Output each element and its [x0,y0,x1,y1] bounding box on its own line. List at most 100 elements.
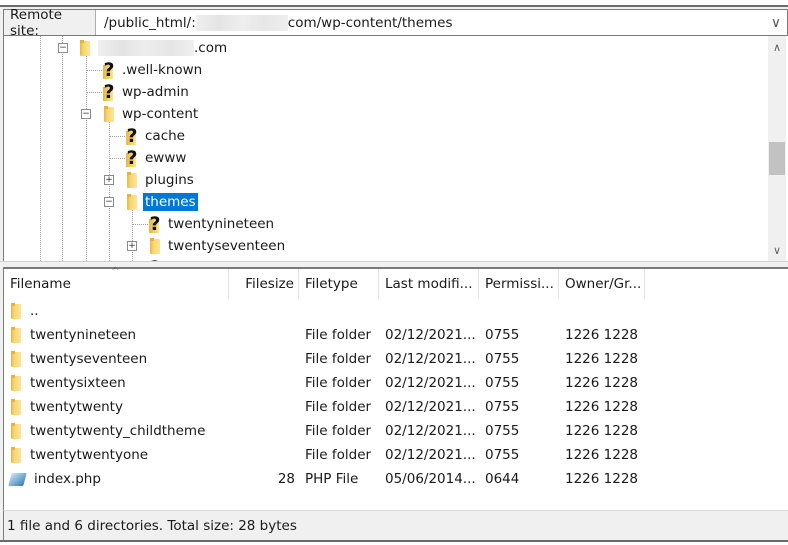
tree-item-label: twentyseventeen [168,238,286,254]
file-row[interactable]: twentytwentyone File folder 02/12/2021..… [4,443,654,467]
filesize-cell [229,395,299,419]
file-row[interactable]: .. [4,299,654,323]
tree-guide [109,158,125,159]
filename: twentytwenty_childtheme [30,423,206,439]
chevron-up-icon[interactable]: ∧ [768,38,786,56]
unknown-folder-icon: ? [148,259,162,262]
expand-toggle[interactable]: + [104,175,114,185]
tree-scrollbar[interactable]: ∧ ∨ [768,36,786,261]
column-header-owner-group[interactable]: Owner/Gr... [559,269,645,299]
permissions-cell: 0755 [485,399,520,415]
tree-item-label: cache [145,128,185,144]
collapse-toggle[interactable]: − [58,43,68,53]
file-row[interactable]: index.php 28 PHP File 05/06/2014... 0644… [4,467,654,491]
owner-group-cell: 1226 1228 [565,423,639,439]
tree-guide [62,36,63,261]
status-bar: 1 file and 6 directories. Total size: 28… [3,510,788,540]
tree-item-label: .well-known [122,62,203,78]
tree-item[interactable]: wp-content [102,103,200,125]
tree-guide [109,120,110,261]
permissions-cell: 0755 [485,327,520,343]
unknown-folder-icon: ? [103,59,115,81]
filename-cell: twentyseventeen [4,347,229,371]
bottom-border [0,540,788,545]
filetype-cell: File folder [305,375,372,391]
file-row[interactable]: twentysixteen File folder 02/12/2021... … [4,371,654,395]
remote-site-bar: Remote site: /public_html/: com/wp-conten… [3,7,788,39]
file-row[interactable]: twentyseventeen File folder 02/12/2021..… [4,347,654,371]
filesize-cell: 28 [277,471,295,487]
tree-item[interactable]: ? wp-admin [102,81,191,103]
owner-group-cell: 1226 1228 [565,327,639,343]
filetype-cell: File folder [305,423,372,439]
filesize-cell [229,299,299,323]
folder-icon [102,105,116,123]
top-border [0,0,788,7]
unknown-folder-icon: ? [149,213,161,235]
column-header-filesize[interactable]: Filesize [229,269,299,299]
filename: index.php [34,471,101,487]
tree-item-selected[interactable]: themes [125,191,198,213]
owner-group-cell: 1226 1228 [565,447,639,463]
filename: twentysixteen [30,375,126,391]
filename-cell: twentytwenty [4,395,229,419]
chevron-down-icon[interactable]: ∨ [768,241,786,259]
remote-site-label: Remote site: [4,7,96,39]
tree-item[interactable]: plugins [125,169,196,191]
file-row[interactable]: twentytwenty_childtheme File folder 02/1… [4,419,654,443]
chevron-down-icon[interactable]: ∨ [765,10,787,35]
collapse-toggle[interactable]: − [104,197,114,207]
column-header-last-modified[interactable]: Last modifi... [379,269,479,299]
column-header-permissions[interactable]: Permissi... [479,269,559,299]
permissions-cell: 0644 [485,471,520,487]
folder-icon [9,374,23,392]
tree-item[interactable]: ? twentynineteen [148,213,276,235]
tree-item[interactable]: .com [78,37,229,59]
tree-item-label: wp-content [122,106,199,122]
tree-guide [132,208,133,261]
tree-guide [86,92,102,93]
tree-guide [132,224,148,225]
column-header-filetype[interactable]: Filetype [299,269,379,299]
last-modified-cell: 02/12/2021... [385,447,476,463]
last-modified-cell: 02/12/2021... [385,423,476,439]
file-row[interactable]: twentytwenty File folder 02/12/2021... 0… [4,395,654,419]
tree-item[interactable]: ? ewww [125,147,188,169]
filename: twentyseventeen [30,351,148,367]
expand-toggle[interactable]: + [127,241,137,251]
column-header-filename[interactable]: ^ Filename [4,266,229,299]
owner-group-cell: 1226 1228 [565,471,639,487]
remote-file-list[interactable]: ^ Filename Filesize Filetype Last modifi… [3,266,788,510]
folder-icon [9,398,23,416]
filesize-cell [229,323,299,347]
permissions-cell: 0755 [485,375,520,391]
folder-icon [9,326,23,344]
tree-item-label: wp-admin [122,84,189,100]
file-row[interactable]: twentynineteen File folder 02/12/2021...… [4,323,654,347]
filetype-cell: File folder [305,447,372,463]
tree-item-label: ewww [145,150,187,166]
folder-icon [9,422,23,440]
filetype-cell: File folder [305,327,372,343]
filesize-cell [229,419,299,443]
folder-icon [78,39,92,57]
owner-group-cell: 1226 1228 [565,399,639,415]
remote-path-suffix: com/wp-content/themes [287,14,453,31]
last-modified-cell [379,299,479,323]
tree-item-label: themes [143,193,198,211]
filesize-cell [229,443,299,467]
remote-directory-tree[interactable]: − .com ? .well-known ? wp-admin − wp-con… [3,36,788,261]
tree-item[interactable]: ? .well-known [102,59,204,81]
tree-item-label: .com [194,40,228,56]
tree-item[interactable]: ? cache [125,125,187,147]
remote-path-input[interactable]: /public_html/: com/wp-content/themes [96,10,765,35]
collapse-toggle[interactable]: − [81,109,91,119]
folder-icon [148,237,162,255]
permissions-cell: 0755 [485,351,520,367]
redacted-domain [98,40,194,56]
scrollbar-thumb[interactable] [769,142,785,175]
filename: twentytwenty [30,399,123,415]
permissions-cell: 0755 [485,447,520,463]
tree-item[interactable]: twentyseventeen [148,235,287,257]
folder-icon [9,446,23,464]
